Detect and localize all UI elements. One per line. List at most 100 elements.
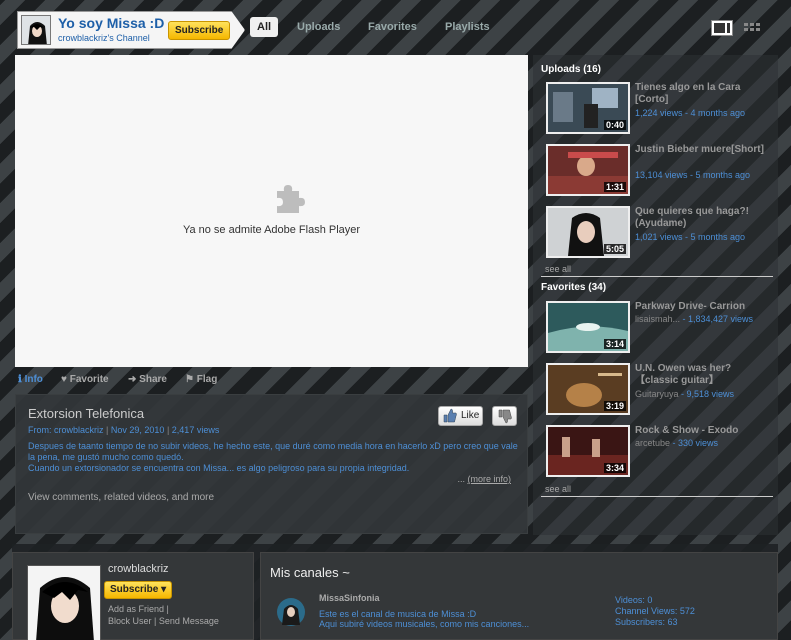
featured-channel-subscribers: Subscribers: 63 [615, 617, 678, 627]
uploads-heading[interactable]: Uploads (16) [541, 64, 601, 75]
video-title-link[interactable]: U.N. Owen was her? 【classic guitar】 [635, 363, 771, 387]
video-meta: Guitaryuya - 9,518 views [635, 389, 734, 399]
subscribe-button[interactable]: Subscribe [168, 21, 231, 40]
favorites-see-all-link[interactable]: see all [545, 484, 571, 494]
upload-item[interactable]: 1:31 Justin Bieber muere[Short] 13,104 v… [546, 144, 771, 196]
featured-channel-description: Este es el canal de musica de Missa :D A… [319, 609, 529, 629]
profile-name[interactable]: crowblackriz [108, 563, 169, 575]
video-duration: 1:31 [603, 182, 626, 192]
section-divider [541, 496, 773, 497]
video-meta: From: crowblackriz | Nov 29, 2010 | 2,41… [28, 425, 220, 435]
video-author-link[interactable]: arcetube [635, 438, 670, 448]
description-line: la pena, me gustó mucho como quedó. [28, 452, 184, 462]
profile-avatar[interactable] [27, 565, 101, 640]
video-thumbnail[interactable]: 0:40 [546, 82, 630, 134]
view-comments-link[interactable]: View comments, related videos, and more [28, 492, 214, 503]
video-meta: arcetube - 330 views [635, 438, 718, 448]
video-title-link[interactable]: Rock & Show - Exodo [635, 425, 771, 437]
puzzle-icon [271, 181, 307, 217]
video-player[interactable]: Ya no se admite Adobe Flash Player [15, 55, 528, 367]
video-info-panel: Extorsion Telefonica From: crowblackriz … [15, 394, 528, 534]
channel-title[interactable]: Yo soy Missa :D [58, 15, 164, 31]
video-views: 2,417 views [171, 425, 220, 435]
section-divider [541, 276, 773, 277]
chevron-down-icon: ▾ [161, 584, 167, 595]
video-meta: 1,021 views - 5 months ago [635, 232, 746, 242]
more-info-ellipsis: ... [457, 474, 465, 484]
description-line: Cuando un extorsionador se encuentra con… [28, 463, 410, 473]
video-meta: 13,104 views - 5 months ago [635, 170, 751, 180]
video-title-link[interactable]: Que quieres que haga?! (Ayudame) [635, 206, 771, 230]
favorite-item[interactable]: 3:19 U.N. Owen was her? 【classic guitar】… [546, 363, 771, 415]
flag-action[interactable]: ⚑ Flag [185, 374, 217, 385]
channel-header: Yo soy Missa :D crowblackriz's Channel S… [12, 8, 778, 50]
send-message-link[interactable]: Send Message [159, 616, 219, 626]
video-title-link[interactable]: Parkway Drive- Carrion [635, 301, 771, 313]
player-view-icon[interactable] [711, 20, 733, 36]
favorite-item[interactable]: 3:34 Rock & Show - Exodo arcetube - 330 … [546, 425, 771, 477]
video-thumbnail[interactable]: 1:31 [546, 144, 630, 196]
video-thumbnail[interactable]: 5:05 [546, 206, 630, 258]
video-meta: 1,224 views - 4 months ago [635, 108, 746, 118]
video-thumbnail[interactable]: 3:34 [546, 425, 630, 477]
profile-links-row-1: Add as Friend | [108, 604, 169, 614]
channel-badge: Yo soy Missa :D crowblackriz's Channel S… [17, 11, 245, 49]
share-action[interactable]: ➜ Share [128, 374, 167, 385]
upload-item[interactable]: 0:40 Tienes algo en la Cara [Corto] 1,22… [546, 82, 771, 134]
video-author-link[interactable]: lisaismah... [635, 314, 680, 324]
like-button[interactable]: Like [438, 406, 483, 426]
profile-links-row-2: Block User | Send Message [108, 616, 219, 626]
video-duration: 3:19 [603, 401, 626, 411]
tab-all[interactable]: All [250, 17, 279, 37]
description-line: Este es el canal de musica de Missa :D [319, 609, 477, 619]
tab-favorites[interactable]: Favorites [368, 17, 417, 37]
description-line: Aqui subiré videos musicales, como mis c… [319, 619, 530, 629]
profile-subscribe-button[interactable]: Subscribe ▾ [104, 581, 173, 599]
more-info[interactable]: ... (more info) [457, 474, 511, 484]
flash-unsupported-message: Ya no se admite Adobe Flash Player [182, 224, 361, 236]
video-title-link[interactable]: Justin Bieber muere[Short] [635, 144, 771, 156]
add-friend-link[interactable]: Add as Friend [108, 604, 164, 614]
channel-avatar[interactable] [21, 15, 51, 45]
favorite-action-label: Favorite [69, 374, 109, 385]
description-line: Despues de taanto tiempo de no subir vid… [28, 441, 518, 451]
video-views: - 9,518 views [678, 389, 735, 399]
upload-item[interactable]: 5:05 Que quieres que haga?! (Ayudame) 1,… [546, 206, 771, 258]
video-views: - 330 views [670, 438, 719, 448]
video-author-link[interactable]: crowblackriz [54, 425, 104, 435]
more-info-link[interactable]: (more info) [467, 474, 511, 484]
tab-playlists[interactable]: Playlists [445, 17, 490, 37]
channel-sidebar: Uploads (16) 0:40 Tienes algo en la Cara… [533, 55, 778, 535]
video-author-link[interactable]: Guitaryuya [635, 389, 679, 399]
favorites-heading[interactable]: Favorites (34) [541, 282, 606, 293]
video-thumbnail[interactable]: 3:19 [546, 363, 630, 415]
from-label: From: [28, 425, 52, 435]
subscribe-label: Subscribe [110, 584, 159, 595]
featured-channel-name[interactable]: MissaSinfonia [319, 593, 380, 603]
info-action[interactable]: ℹ Info [18, 374, 43, 385]
share-action-label: Share [139, 374, 167, 385]
video-description: Despues de taanto tiempo de no subir vid… [28, 441, 518, 474]
thumbs-up-icon [443, 408, 457, 430]
share-arrow-icon: ➜ [128, 374, 137, 385]
video-views: - 1,834,427 views [680, 314, 754, 324]
uploads-see-all-link[interactable]: see all [545, 264, 571, 274]
info-action-label: Info [24, 374, 43, 385]
featured-channels-box: Mis canales ~ MissaSinfonia Este es el c… [260, 552, 778, 640]
thumbs-down-icon [498, 409, 512, 427]
featured-channel-avatar[interactable] [276, 597, 306, 627]
video-thumbnail[interactable]: 3:14 [546, 301, 630, 353]
video-duration: 0:40 [603, 120, 626, 130]
video-title-link[interactable]: Tienes algo en la Cara [Corto] [635, 82, 771, 106]
channel-subtitle: crowblackriz's Channel [58, 33, 150, 43]
grid-view-icon[interactable] [742, 20, 764, 36]
block-user-link[interactable]: Block User [108, 616, 152, 626]
flag-action-label: Flag [196, 374, 218, 385]
heart-icon: ♥ [61, 374, 67, 385]
tab-uploads[interactable]: Uploads [297, 17, 340, 37]
featured-channel-views: Channel Views: 572 [615, 606, 695, 616]
video-duration: 5:05 [603, 244, 626, 254]
favorite-action[interactable]: ♥ Favorite [61, 374, 109, 385]
favorite-item[interactable]: 3:14 Parkway Drive- Carrion lisaismah...… [546, 301, 771, 353]
dislike-button[interactable] [492, 406, 517, 426]
